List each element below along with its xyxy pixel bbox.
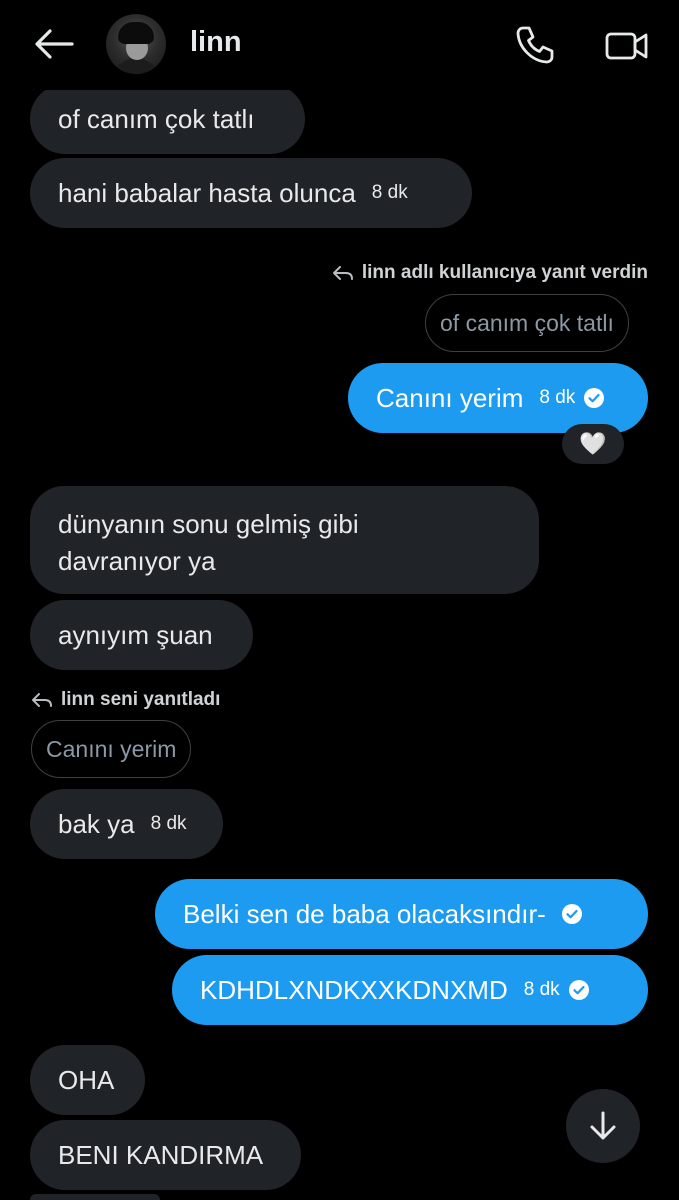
reply-arrow-icon xyxy=(32,693,52,707)
back-button[interactable] xyxy=(32,24,76,64)
message-bubble-outgoing[interactable]: Canını yerim 8 dk xyxy=(348,363,648,433)
message-text: Canını yerim xyxy=(376,382,524,413)
arrow-left-icon xyxy=(35,29,74,59)
message-bubble-outgoing[interactable]: Belki sen de baba olacaksındır- xyxy=(155,879,648,949)
read-check-icon xyxy=(561,904,582,924)
message-text: aynıyım şuan xyxy=(58,619,213,650)
reply-context-label: linn adlı kullanıcıya yanıt verdin xyxy=(361,262,648,283)
reply-context: linn adlı kullanıcıya yanıt verdin xyxy=(332,262,648,284)
quoted-text: Canını yerim xyxy=(46,735,177,762)
message-text-line: dünyanın sonu gelmiş gibi xyxy=(58,509,359,539)
scroll-to-bottom-button[interactable] xyxy=(566,1089,640,1163)
message-time: 8 dk xyxy=(523,979,560,1000)
message-bubble-incoming[interactable]: BENI KANDIRMA xyxy=(30,1120,301,1190)
quoted-message[interactable]: of canım çok tatlı xyxy=(425,294,629,352)
message-bubble-incoming-partial xyxy=(30,1194,160,1200)
message-bubble-incoming[interactable]: of canım çok tatlı xyxy=(30,84,305,154)
quoted-message[interactable]: Canını yerim xyxy=(31,720,192,778)
message-text-line: davranıyor ya xyxy=(58,546,216,576)
quoted-text: of canım çok tatlı xyxy=(440,309,614,336)
reply-context-label: linn seni yanıtladı xyxy=(61,689,221,710)
message-text: bak ya xyxy=(58,808,135,839)
white-heart-icon: 🤍 xyxy=(579,431,607,456)
video-call-button[interactable] xyxy=(604,26,650,66)
header-layer: linn xyxy=(0,0,679,90)
message-bubble-incoming[interactable]: dünyanın sonu gelmiş gibi davranıyor ya xyxy=(30,486,539,594)
message-bubble-outgoing[interactable]: KDHDLXNDKXXKDNXMD 8 dk xyxy=(172,955,648,1025)
phone-icon xyxy=(516,26,554,64)
message-time: 8 dk xyxy=(371,182,408,203)
message-bubble-incoming[interactable]: hani babalar hasta olunca 8 dk xyxy=(30,158,472,228)
message-text: KDHDLXNDKXXKDNXMD xyxy=(200,974,508,1005)
reply-arrow-icon xyxy=(332,266,353,280)
message-text: hani babalar hasta olunca xyxy=(58,177,356,208)
read-check-icon xyxy=(568,980,589,1000)
message-bubble-incoming[interactable]: aynıyım şuan xyxy=(30,600,253,670)
message-bubble-incoming[interactable]: OHA xyxy=(30,1045,145,1115)
read-check-icon xyxy=(584,388,605,408)
message-text: OHA xyxy=(58,1064,115,1095)
arrow-down-icon xyxy=(590,1111,616,1140)
video-camera-icon xyxy=(605,32,648,60)
avatar[interactable] xyxy=(106,14,166,74)
message-text: Belki sen de baba olacaksındır- xyxy=(183,898,546,929)
message-text: of canım çok tatlı xyxy=(58,103,255,134)
reply-context: linn seni yanıtladı xyxy=(31,689,220,711)
message-bubble-incoming[interactable]: bak ya 8 dk xyxy=(30,789,223,859)
conversation-title[interactable]: linn xyxy=(190,26,242,59)
message-time: 8 dk xyxy=(150,813,187,834)
message-text: BENI KANDIRMA xyxy=(58,1139,264,1170)
message-time: 8 dk xyxy=(539,387,576,408)
reaction-badge[interactable]: 🤍 xyxy=(562,424,624,464)
call-button[interactable] xyxy=(512,22,558,68)
